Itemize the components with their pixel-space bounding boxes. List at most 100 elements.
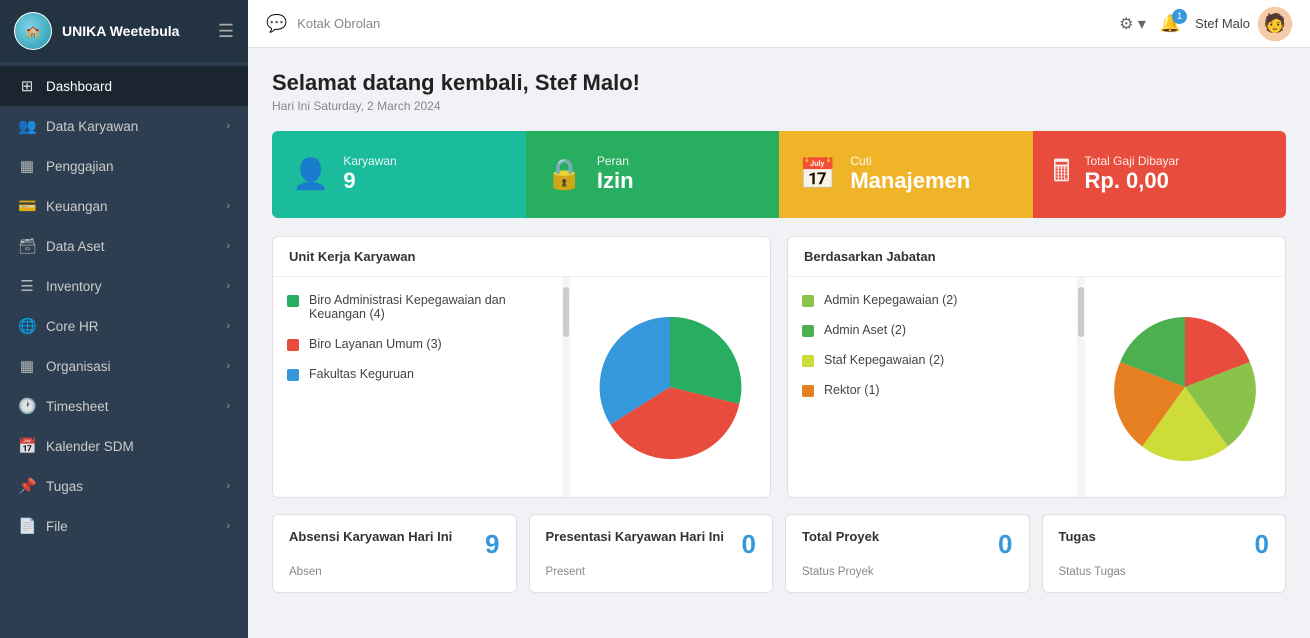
cuti-icon: 📅 — [799, 157, 836, 192]
jabatan-panel: Berdasarkan Jabatan Admin Kepegawaian (2… — [787, 236, 1286, 498]
kalender-sdm-icon: 📅 — [18, 437, 36, 455]
data-aset-icon: 🗃 — [18, 237, 36, 255]
sidebar-item-organisasi[interactable]: ▦ Organisasi › — [0, 346, 248, 386]
list-dot — [802, 295, 814, 307]
sidebar-menu-icon[interactable]: ☰ — [218, 21, 234, 42]
nav-label-tugas: Tugas — [46, 479, 216, 494]
sidebar-item-penggajian[interactable]: ▦ Penggajian — [0, 146, 248, 186]
stat-card-tugas: Tugas 0 Status Tugas — [1042, 514, 1287, 593]
unit-kerja-list: Biro Administrasi Kepegawaian dan Keuang… — [273, 277, 562, 497]
sidebar: 🏫 UNIKA Weetebula ☰ ⊞ Dashboard 👥 Data K… — [0, 0, 248, 638]
sidebar-item-tugas[interactable]: 📌 Tugas › — [0, 466, 248, 506]
stat-cards-row: Absensi Karyawan Hari Ini 9 Absen Presen… — [272, 514, 1286, 593]
sidebar-item-file[interactable]: 📄 File › — [0, 506, 248, 546]
chevron-icon: › — [226, 520, 230, 532]
list-item-label: Admin Aset (2) — [824, 323, 906, 337]
unit-kerja-panel: Unit Kerja Karyawan Biro Administrasi Ke… — [272, 236, 771, 498]
username: Stef Malo — [1195, 16, 1250, 31]
topbar: 💬 Kotak Obrolan ⚙ ▾ 🔔 1 Stef Malo 🧑 — [248, 0, 1310, 48]
sidebar-item-keuangan[interactable]: 💳 Keuangan › — [0, 186, 248, 226]
jabatan-header: Berdasarkan Jabatan — [788, 237, 1285, 277]
list-item-label: Biro Layanan Umum (3) — [309, 337, 442, 351]
sidebar-item-data-karyawan[interactable]: 👥 Data Karyawan › — [0, 106, 248, 146]
stat-card-number: 0 — [1255, 529, 1269, 560]
sidebar-item-inventory[interactable]: ☰ Inventory › — [0, 266, 248, 306]
gaji-label: Total Gaji Dibayar — [1085, 154, 1180, 168]
list-dot — [802, 385, 814, 397]
jabatan-list: Admin Kepegawaian (2) Admin Aset (2) Sta… — [788, 277, 1077, 497]
list-item-label: Fakultas Keguruan — [309, 367, 414, 381]
list-item: Biro Administrasi Kepegawaian dan Keuang… — [273, 285, 562, 329]
nav-label-data-karyawan: Data Karyawan — [46, 119, 216, 134]
sidebar-item-kalender-sdm[interactable]: 📅 Kalender SDM — [0, 426, 248, 466]
bell-icon[interactable]: 🔔 1 — [1160, 14, 1181, 34]
chat-icon: 💬 — [266, 14, 287, 34]
gaji-icon: 🖩 — [1053, 149, 1071, 200]
list-dot — [287, 295, 299, 307]
stat-card-absensi: Absensi Karyawan Hari Ini 9 Absen — [272, 514, 517, 593]
stat-card-title: Presentasi Karyawan Hari Ini — [546, 529, 724, 546]
stat-card-header: Tugas 0 — [1059, 529, 1270, 560]
nav-label-organisasi: Organisasi — [46, 359, 216, 374]
stat-card-header: Presentasi Karyawan Hari Ini 0 — [546, 529, 757, 560]
list-item: Biro Layanan Umum (3) — [273, 329, 562, 359]
stat-card-sub: Status Proyek — [802, 566, 1013, 578]
sidebar-title: UNIKA Weetebula — [62, 23, 179, 39]
notification-badge: 1 — [1172, 9, 1187, 24]
stat-card-number: 0 — [742, 529, 756, 560]
list-dot — [287, 339, 299, 351]
karyawan-info: Karyawan 9 — [343, 154, 396, 194]
list-item: Staf Kepegawaian (2) — [788, 345, 1077, 375]
sidebar-item-data-aset[interactable]: 🗃 Data Aset › — [0, 226, 248, 266]
cuti-info: Cuti Manajemen — [850, 154, 970, 194]
unit-kerja-chart — [570, 277, 770, 497]
peran-info: Peran Izin — [597, 154, 634, 194]
panels-row: Unit Kerja Karyawan Biro Administrasi Ke… — [272, 236, 1286, 498]
stat-card-number: 9 — [485, 529, 499, 560]
cuti-label: Cuti — [850, 154, 970, 168]
summary-card-peran: 🔒 Peran Izin — [526, 131, 780, 218]
user-menu[interactable]: Stef Malo 🧑 — [1195, 7, 1292, 41]
summary-card-karyawan: 👤 Karyawan 9 — [272, 131, 526, 218]
inventory-icon: ☰ — [18, 277, 36, 295]
chevron-icon: › — [226, 480, 230, 492]
gear-icon[interactable]: ⚙ ▾ — [1119, 14, 1146, 34]
unit-kerja-body: Biro Administrasi Kepegawaian dan Keuang… — [273, 277, 770, 497]
timesheet-icon: 🕐 — [18, 397, 36, 415]
stat-card-title: Absensi Karyawan Hari Ini — [289, 529, 452, 546]
topbar-actions: ⚙ ▾ 🔔 1 Stef Malo 🧑 — [1119, 7, 1292, 41]
stat-card-presentasi: Presentasi Karyawan Hari Ini 0 Present — [529, 514, 774, 593]
sidebar-logo: 🏫 — [14, 12, 52, 50]
sidebar-item-timesheet[interactable]: 🕐 Timesheet › — [0, 386, 248, 426]
scrollbar-thumb — [1078, 287, 1084, 337]
list-item-label: Admin Kepegawaian (2) — [824, 293, 957, 307]
avatar: 🧑 — [1258, 7, 1292, 41]
sidebar-logo-inner: 🏫 — [15, 13, 51, 49]
welcome-date: Hari Ini Saturday, 2 March 2024 — [272, 99, 1286, 113]
stat-card-title: Tugas — [1059, 529, 1096, 546]
list-item: Admin Kepegawaian (2) — [788, 285, 1077, 315]
chevron-icon: › — [226, 240, 230, 252]
list-item-label: Biro Administrasi Kepegawaian dan Keuang… — [309, 293, 548, 321]
list-item: Rektor (1) — [788, 375, 1077, 405]
sidebar-item-dashboard[interactable]: ⊞ Dashboard — [0, 66, 248, 106]
stat-card-number: 0 — [998, 529, 1012, 560]
list-dot — [802, 325, 814, 337]
summary-cards: 👤 Karyawan 9 🔒 Peran Izin 📅 Cuti Manajem… — [272, 131, 1286, 218]
welcome-title: Selamat datang kembali, Stef Malo! — [272, 70, 1286, 96]
stat-card-proyek: Total Proyek 0 Status Proyek — [785, 514, 1030, 593]
nav-label-file: File — [46, 519, 216, 534]
list-item-label: Staf Kepegawaian (2) — [824, 353, 944, 367]
sidebar-item-core-hr[interactable]: 🌐 Core HR › — [0, 306, 248, 346]
peran-icon: 🔒 — [546, 157, 583, 192]
nav-label-data-aset: Data Aset — [46, 239, 216, 254]
file-icon: 📄 — [18, 517, 36, 535]
jabatan-chart — [1085, 277, 1285, 497]
nav-label-kalender-sdm: Kalender SDM — [46, 439, 230, 454]
scrollbar[interactable] — [1077, 277, 1085, 497]
chat-label: Kotak Obrolan — [297, 16, 1109, 31]
summary-card-gaji: 🖩 Total Gaji Dibayar Rp. 0,00 — [1033, 131, 1287, 218]
scrollbar[interactable] — [562, 277, 570, 497]
stat-card-sub: Status Tugas — [1059, 566, 1270, 578]
peran-value: Izin — [597, 168, 634, 194]
